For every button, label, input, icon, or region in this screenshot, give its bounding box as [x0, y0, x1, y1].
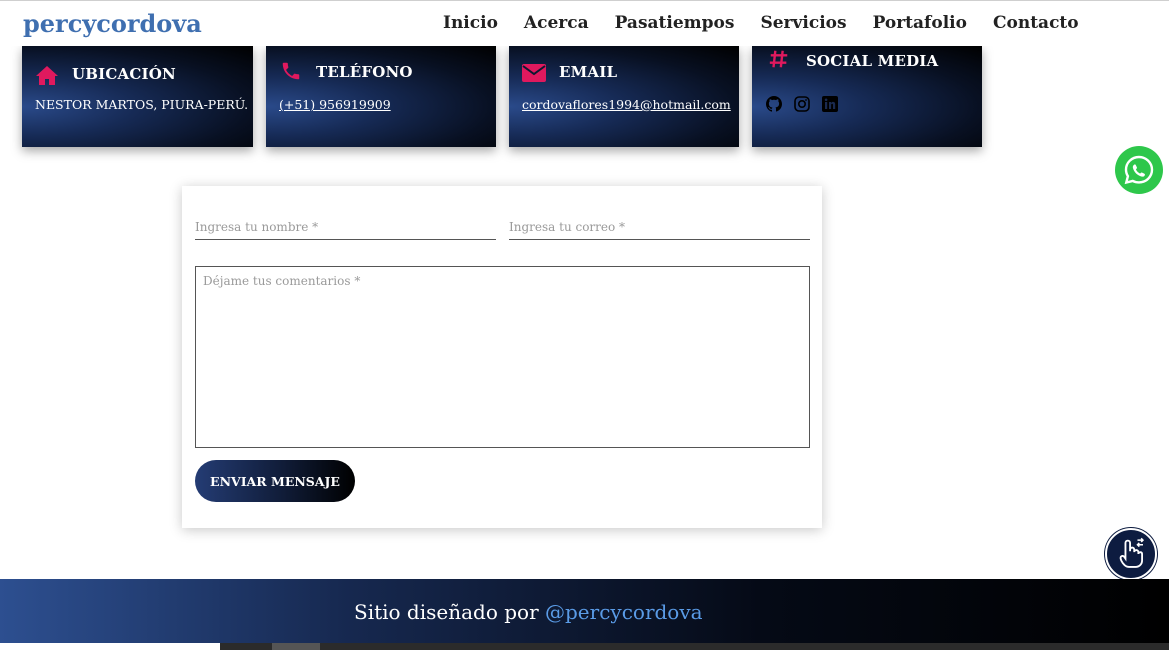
home-icon	[36, 66, 58, 85]
nav-item-pasatiempos[interactable]: Pasatiempos	[615, 13, 735, 33]
nav-menu: Inicio Acerca Pasatiempos Servicios Port…	[443, 13, 1105, 33]
navbar: percycordova Inicio Acerca Pasatiempos S…	[0, 0, 1169, 46]
phone-icon	[282, 62, 300, 80]
social-title: SOCIAL MEDIA	[806, 52, 939, 70]
name-input[interactable]	[195, 214, 496, 240]
hashtag-icon	[769, 50, 788, 68]
social-card: SOCIAL MEDIA	[752, 46, 982, 147]
comments-textarea[interactable]	[195, 266, 810, 448]
whatsapp-button[interactable]	[1115, 146, 1163, 194]
location-title: UBICACIÓN	[72, 65, 176, 83]
nav-item-acerca[interactable]: Acerca	[524, 13, 589, 33]
instagram-icon[interactable]	[794, 96, 810, 112]
linkedin-icon[interactable]	[822, 96, 838, 112]
contact-form: ENVIAR MENSAJE	[182, 186, 822, 528]
phone-title: TELÉFONO	[316, 63, 413, 81]
email-title: EMAIL	[559, 63, 618, 81]
nav-item-inicio[interactable]: Inicio	[443, 13, 498, 33]
phone-card: TELÉFONO (+51) 956919909	[266, 46, 496, 147]
horizontal-scrollbar[interactable]	[220, 643, 1169, 650]
nav-item-servicios[interactable]: Servicios	[760, 13, 846, 33]
hand-pointer-icon	[1119, 537, 1145, 568]
footer: Sitio diseñado por @percycordova	[0, 579, 1169, 643]
phone-link[interactable]: (+51) 956919909	[279, 97, 391, 112]
location-text: NESTOR MARTOS, PIURA-PERÚ.	[35, 97, 249, 112]
send-message-button[interactable]: ENVIAR MENSAJE	[195, 460, 355, 502]
scrollbar-thumb[interactable]	[272, 643, 320, 650]
nav-item-portafolio[interactable]: Portafolio	[873, 13, 967, 33]
github-icon[interactable]	[766, 96, 782, 112]
email-input[interactable]	[509, 214, 810, 240]
location-card: UBICACIÓN NESTOR MARTOS, PIURA-PERÚ.	[22, 46, 253, 147]
social-links	[766, 96, 838, 112]
email-link[interactable]: cordovaflores1994@hotmail.com	[522, 97, 731, 112]
envelope-icon	[522, 64, 546, 82]
brand-logo[interactable]: percycordova	[23, 9, 202, 38]
nav-item-contacto[interactable]: Contacto	[993, 13, 1079, 33]
footer-prefix: Sitio diseñado por	[354, 600, 545, 624]
footer-credit: Sitio diseñado por @percycordova	[354, 600, 703, 624]
footer-author-link[interactable]: @percycordova	[545, 600, 703, 624]
email-card: EMAIL cordovaflores1994@hotmail.com	[509, 46, 739, 147]
whatsapp-icon	[1124, 155, 1154, 185]
accessibility-button[interactable]	[1105, 528, 1157, 580]
